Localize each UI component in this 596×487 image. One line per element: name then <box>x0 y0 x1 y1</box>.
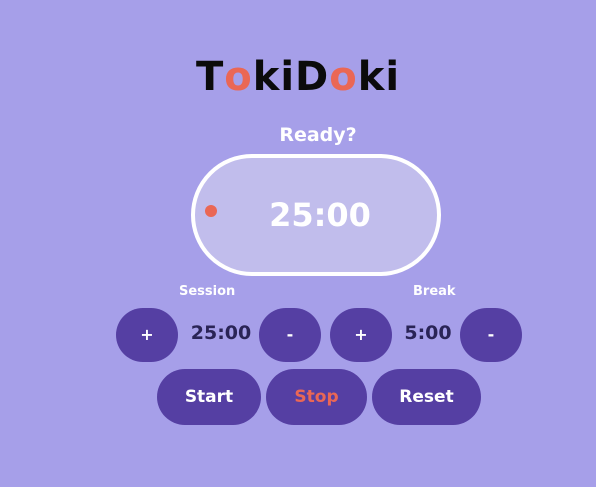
title-letter: i <box>280 54 296 100</box>
reset-button[interactable]: Reset <box>372 369 481 425</box>
title-letter: T <box>195 54 225 100</box>
break-increment-button[interactable]: + <box>330 308 392 362</box>
session-value: 25:00 <box>190 322 252 344</box>
title-letter: o <box>329 54 358 100</box>
title-letter: k <box>357 54 386 100</box>
break-value: 5:00 <box>404 322 452 344</box>
title-letter: D <box>295 54 330 100</box>
app-title: TokiDoki <box>0 52 596 102</box>
title-letter: i <box>385 54 401 100</box>
session-label: Session <box>179 284 236 299</box>
timer-time: 25:00 <box>269 196 371 234</box>
break-decrement-button[interactable]: - <box>460 308 522 362</box>
session-increment-button[interactable]: + <box>116 308 178 362</box>
session-decrement-button[interactable]: - <box>259 308 321 362</box>
stop-button[interactable]: Stop <box>266 369 367 425</box>
status-text: Ready? <box>279 124 357 146</box>
break-label: Break <box>413 284 456 299</box>
tokidoki-app: TokiDoki Ready? 25:00 Session Break + 25… <box>0 0 596 487</box>
title-letter: o <box>224 54 253 100</box>
title-letter: k <box>252 54 281 100</box>
start-button[interactable]: Start <box>157 369 261 425</box>
timer-display: 25:00 <box>191 154 441 276</box>
